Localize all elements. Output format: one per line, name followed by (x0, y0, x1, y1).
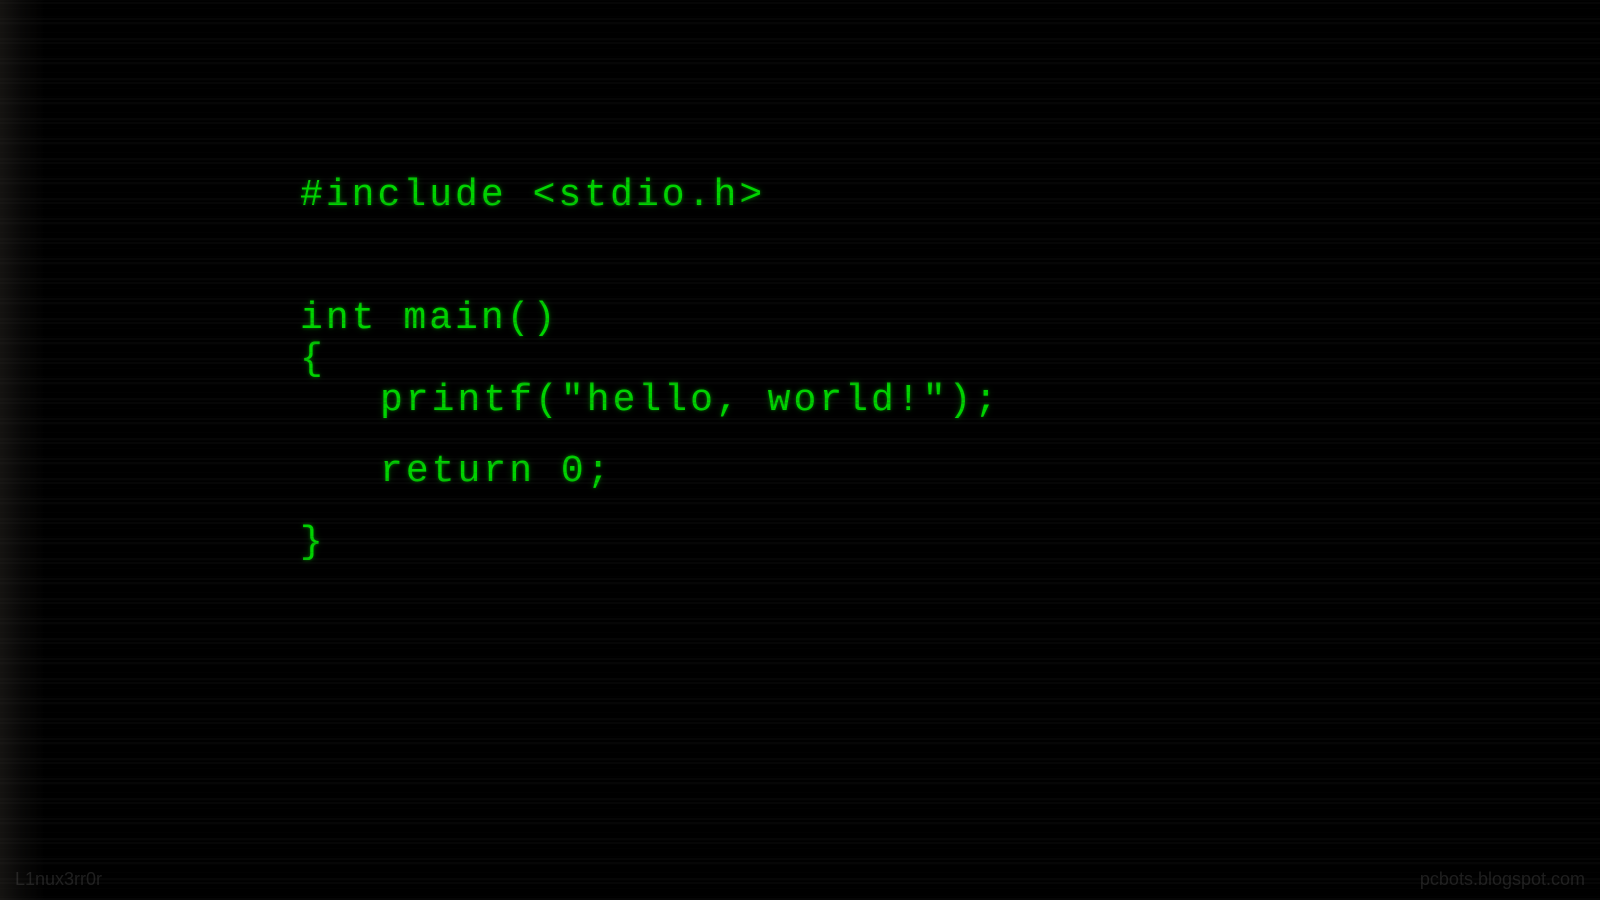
crt-left-burn (0, 0, 45, 900)
code-line-printf: printf("hello, world!"); (300, 380, 1000, 421)
code-line-main-decl: int main() (300, 298, 1000, 339)
code-block: #include <stdio.h> int main() { printf("… (300, 175, 1000, 563)
blank-line (300, 492, 1000, 522)
code-line-include: #include <stdio.h> (300, 175, 1000, 216)
code-line-close-brace: } (300, 522, 1000, 563)
code-line-open-brace: { (300, 339, 1000, 380)
blank-line (300, 421, 1000, 451)
code-line-return: return 0; (300, 451, 1000, 492)
blank-line (300, 216, 1000, 298)
watermark-author: L1nux3rr0r (15, 869, 102, 890)
watermark-source: pcbots.blogspot.com (1420, 869, 1585, 890)
